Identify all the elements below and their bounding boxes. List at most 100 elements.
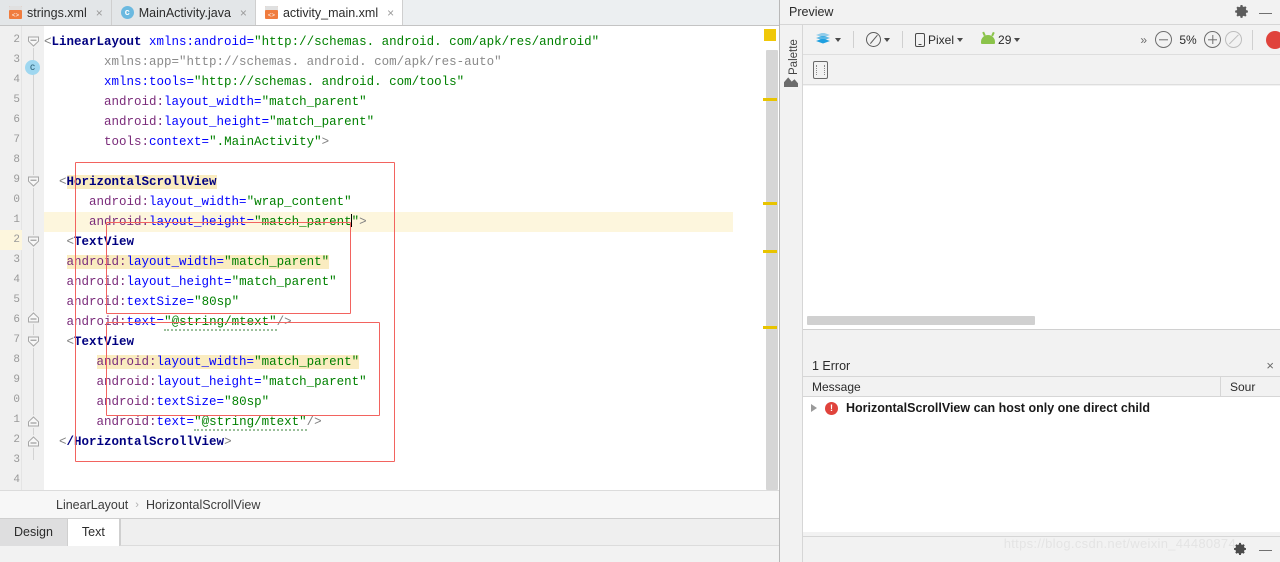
code-token-prefix: android:	[66, 255, 127, 269]
code-line: android:layout_width="match_parent"	[66, 255, 330, 269]
code-token-value: "match_parent"	[261, 375, 367, 389]
breadcrumb-item-horizontalscrollview[interactable]: HorizontalScrollView	[146, 498, 260, 512]
code-line: </HorizontalScrollView>	[59, 435, 232, 449]
fold-end-icon[interactable]	[27, 435, 40, 448]
code-token-bracket: >	[359, 215, 367, 229]
line-number: 7	[13, 134, 20, 146]
warning-marker[interactable]	[763, 202, 777, 205]
breadcrumb-item-linearlayout[interactable]: LinearLayout	[56, 498, 128, 512]
zoom-in-button[interactable]	[1204, 31, 1221, 48]
tab-design[interactable]: Design	[0, 519, 68, 546]
device-frame-icon[interactable]	[813, 60, 828, 79]
code-folding-gutter[interactable]	[22, 26, 44, 490]
ide-window: strings.xml × MainActivity.java × activi…	[0, 0, 1280, 562]
error-count-label: 1 Error	[812, 358, 851, 373]
record-button[interactable]	[1266, 30, 1280, 49]
close-icon[interactable]: ×	[387, 6, 394, 20]
gear-icon[interactable]	[1233, 542, 1249, 558]
tab-label: activity_main.xml	[282, 5, 379, 20]
device-dropdown[interactable]: Pixel	[910, 31, 968, 49]
scrollbar-thumb[interactable]	[766, 50, 778, 490]
preview-canvas[interactable]	[803, 86, 1280, 330]
column-header-source[interactable]: Sour	[1220, 377, 1280, 396]
layout-mode-dropdown[interactable]	[811, 31, 846, 49]
line-number: 8	[13, 354, 20, 366]
code-line: android:textSize="80sp"	[96, 395, 270, 409]
code-token-attr: layout_height	[164, 115, 262, 129]
code-token-prefix: tools:	[104, 135, 150, 149]
palette-image-icon[interactable]	[784, 77, 798, 87]
canvas-horizontal-scrollbar[interactable]	[807, 316, 1035, 325]
expand-arrow-icon[interactable]	[811, 404, 817, 412]
toolbar-overflow-icon[interactable]: »	[1140, 33, 1147, 47]
warning-marker[interactable]	[763, 250, 777, 253]
close-icon[interactable]: ×	[240, 6, 247, 20]
error-stripe-scrollbar[interactable]	[761, 26, 779, 490]
class-marker-icon[interactable]: c	[25, 60, 40, 75]
tab-label: MainActivity.java	[138, 5, 231, 20]
palette-label: Palette	[788, 39, 800, 75]
code-token-attr: layout_height	[156, 375, 255, 389]
warning-marker[interactable]	[763, 98, 777, 101]
api-level-dropdown[interactable]: 29	[976, 31, 1025, 49]
tab-bar-filler	[403, 0, 779, 25]
fold-toggle-icon[interactable]	[27, 235, 40, 248]
code-line: <LinearLayout xmlns:android="http://sche…	[44, 35, 600, 49]
fold-toggle-icon[interactable]	[27, 335, 40, 348]
code-token-value: "80sp"	[194, 295, 240, 309]
line-number: 3	[13, 54, 20, 66]
fold-toggle-icon[interactable]	[27, 35, 40, 48]
code-token-prefix: android:	[66, 275, 127, 289]
toolbar-divider	[902, 31, 903, 48]
line-number: 4	[13, 274, 20, 286]
line-number: 4	[13, 74, 20, 86]
preview-subtoolbar	[803, 55, 1280, 85]
code-editor[interactable]: 2 3 4 5 6 7 8 9 0 1 2 3 4 5 6 7 8 9 0 1	[0, 26, 779, 490]
editor-tab-mainactivity-java[interactable]: MainActivity.java ×	[111, 0, 256, 25]
code-line: android:layout_width="wrap_content"	[89, 195, 352, 209]
warning-marker[interactable]	[763, 326, 777, 329]
code-line: android:text="@string/mtext"/>	[66, 315, 292, 331]
code-token-value: "http://schemas. android. com/apk/res-au…	[179, 55, 502, 69]
error-table-body: HorizontalScrollView can host only one d…	[803, 397, 1280, 532]
zoom-to-fit-button[interactable]	[1225, 31, 1242, 48]
palette-rail[interactable]: Palette	[780, 25, 803, 562]
line-number: 5	[13, 294, 20, 306]
code-token-bracket: />	[306, 415, 322, 429]
fold-end-icon[interactable]	[27, 415, 40, 428]
table-row[interactable]: HorizontalScrollView can host only one d…	[803, 397, 1280, 419]
code-token-attr: layout_width	[156, 355, 247, 369]
code-token-attr: text	[156, 415, 187, 429]
editor-tab-activity-main-xml[interactable]: activity_main.xml ×	[255, 0, 404, 25]
tab-text[interactable]: Text	[67, 519, 120, 546]
fold-toggle-icon[interactable]	[27, 175, 40, 188]
code-token-tag: HorizontalScrollView	[66, 175, 217, 189]
editor-tab-strings-xml[interactable]: strings.xml ×	[0, 0, 112, 25]
close-icon[interactable]: ×	[96, 6, 103, 20]
hide-panel-icon[interactable]: —	[1259, 543, 1272, 556]
chevron-right-icon: ›	[135, 498, 139, 511]
code-text-content[interactable]: <LinearLayout xmlns:android="http://sche…	[44, 26, 733, 490]
code-token-attr: text	[126, 315, 157, 329]
mode-tabs-filler	[119, 519, 779, 546]
code-line: android:layout_width="match_parent"	[104, 95, 367, 109]
error-icon	[825, 401, 838, 415]
code-line: android:layout_height="match_parent"	[104, 115, 375, 129]
orientation-dropdown[interactable]	[861, 30, 895, 49]
status-bar: —	[803, 536, 1280, 562]
zoom-controls: » 5%	[1140, 29, 1280, 50]
close-icon[interactable]: ×	[1266, 358, 1274, 373]
preview-title: Preview	[789, 5, 834, 19]
warning-summary-marker[interactable]	[764, 29, 776, 41]
fold-end-icon[interactable]	[27, 311, 40, 324]
code-token-value: "match_parent"	[261, 95, 367, 109]
code-token-attr: textSize	[156, 395, 217, 409]
code-token-value: ".MainActivity"	[209, 135, 322, 149]
chevron-down-icon	[957, 37, 964, 42]
zoom-out-button[interactable]	[1155, 31, 1172, 48]
fold-guide-line	[33, 38, 34, 460]
gear-icon[interactable]	[1234, 4, 1250, 20]
column-header-message[interactable]: Message	[803, 380, 1220, 394]
hide-panel-icon[interactable]: —	[1259, 6, 1272, 19]
code-token-value: "80sp"	[224, 395, 270, 409]
